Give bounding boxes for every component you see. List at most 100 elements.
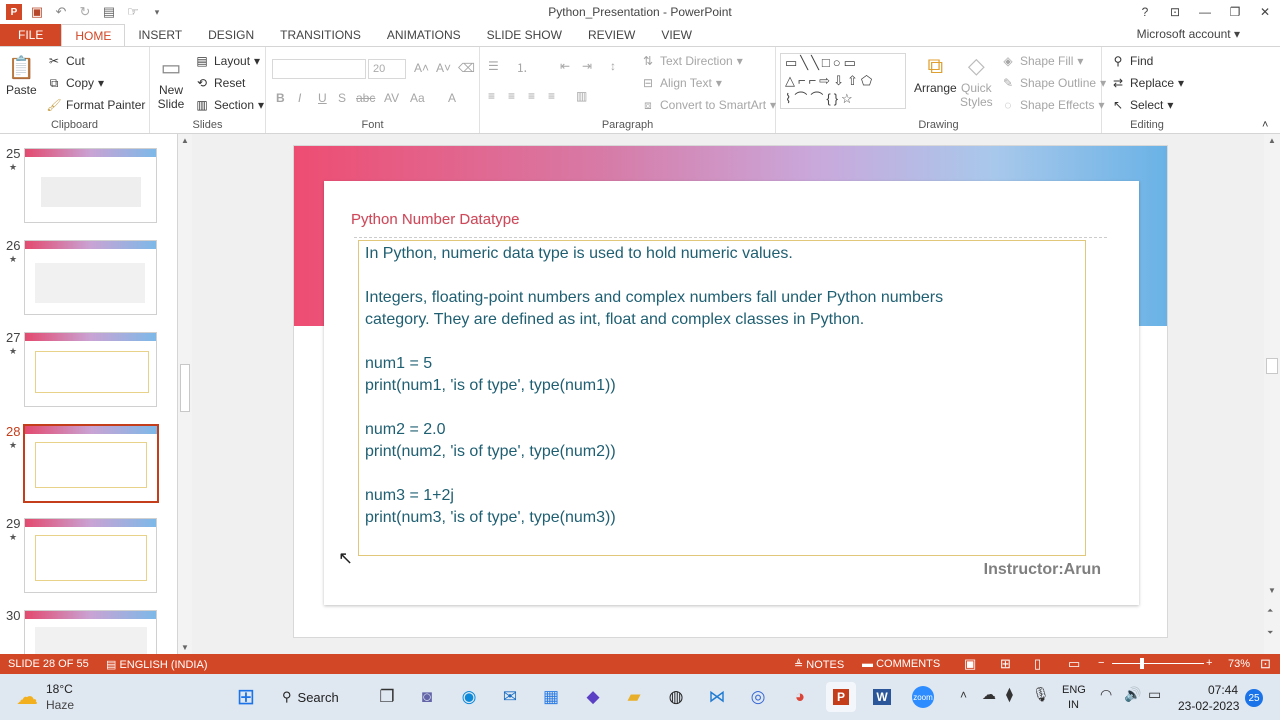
slide-scrollbar[interactable]: ▲ ▼ ⏶ ⏷ [1264,134,1280,654]
format-painter-button[interactable]: 🖌 Format Painter [46,97,145,113]
copilot-icon[interactable]: ◆ [578,682,608,712]
github-icon[interactable]: ◍ [661,682,691,712]
microphone-icon[interactable]: 🎙 [1032,686,1050,703]
slide[interactable]: Python Number Datatype In Python, numeri… [293,145,1168,638]
chat-icon[interactable]: ◙ [412,682,442,712]
italic-icon[interactable]: I [298,91,301,105]
tab-home[interactable]: HOME [61,24,126,46]
zoom-app-icon[interactable]: zoom [908,682,938,712]
arrange-button[interactable]: ⧉ Arrange [914,51,957,95]
layout-button[interactable]: ▤ Layout ▾ [194,53,260,69]
bold-icon[interactable]: B [276,91,285,105]
slide-show-icon[interactable]: ▭ [1068,656,1080,672]
scroll-thumb[interactable] [1266,358,1278,374]
account-menu[interactable]: Microsoft account ▾ [1137,27,1240,41]
slide-thumbnail-28[interactable] [23,424,159,503]
scroll-down-icon[interactable]: ▼ [1268,586,1276,595]
clock-time[interactable]: 07:44 [1208,683,1238,697]
zoom-level[interactable]: 73% [1228,658,1250,670]
tray-overflow-icon[interactable]: ˄ [960,688,967,702]
slide-thumbnail-27[interactable] [24,332,157,407]
align-right-icon[interactable]: ≡ [528,89,535,103]
onedrive-icon[interactable]: ☁ [982,686,996,703]
slide-thumbnail-26[interactable] [24,240,157,315]
slide-thumbnail-29[interactable] [24,518,157,593]
section-button[interactable]: ▥ Section ▾ [194,97,264,113]
close-icon[interactable]: ✕ [1250,0,1280,24]
numbering-icon[interactable]: ⒈ [516,59,528,76]
task-view-icon[interactable]: ❐ [372,682,402,712]
line-spacing-icon[interactable]: ↕ [610,59,616,73]
scroll-up-icon[interactable]: ▲ [1268,136,1276,145]
start-icon[interactable]: ⊞ [231,682,261,712]
clock-date[interactable]: 23-02-2023 [1178,699,1239,713]
scroll-thumb[interactable] [180,364,190,412]
dropbox-icon[interactable]: ⧫ [1006,686,1013,703]
tab-animations[interactable]: ANIMATIONS [374,24,474,46]
edge-icon[interactable]: ◉ [454,682,484,712]
thumbnails-scrollbar[interactable]: ▲ ▼ [178,134,192,654]
align-center-icon[interactable]: ≡ [508,89,515,103]
previous-slide-icon[interactable]: ⏶ [1267,606,1273,616]
zoom-slider[interactable] [1112,663,1204,664]
file-explorer-icon[interactable]: ▰ [619,682,649,712]
wifi-icon[interactable]: ◠ [1100,686,1112,703]
chrome-icon[interactable]: ◕ [785,682,815,712]
tab-review[interactable]: REVIEW [575,24,648,46]
weather-icon[interactable]: ☁ [16,684,38,710]
quick-styles-button[interactable]: ◇ Quick Styles [960,51,993,109]
minimize-icon[interactable]: — [1190,0,1220,24]
language-indicator[interactable]: ▤ ENGLISH (INDIA) [106,658,207,671]
new-slide-button[interactable]: ▭ New Slide [156,53,186,111]
increase-indent-icon[interactable]: ⇥ [582,59,592,73]
mail-icon[interactable]: ✉ [495,682,525,712]
slide-thumbnail-25[interactable] [24,148,157,223]
cut-button[interactable]: ✂ Cut [46,53,85,69]
comments-button[interactable]: ▬ COMMENTS [862,658,940,670]
reading-view-icon[interactable]: ▯ [1034,656,1041,672]
copy-button[interactable]: ⧉ Copy ▾ [46,75,104,91]
tab-insert[interactable]: INSERT [125,24,195,46]
vscode-icon[interactable]: ⋈ [702,682,732,712]
taskbar-search[interactable]: ⚲ Search [282,684,339,710]
store-icon[interactable]: ▦ [536,682,566,712]
notification-badge[interactable]: 25 [1245,689,1263,707]
shape-outline-button[interactable]: ✎ Shape Outline ▾ [1000,75,1106,91]
find-button[interactable]: ⚲ Find [1110,53,1154,69]
input-lang-2[interactable]: IN [1068,699,1079,711]
tab-view[interactable]: VIEW [648,24,705,46]
content-textbox[interactable]: In Python, numeric data type is used to … [358,240,1086,556]
word-icon[interactable]: W [867,682,897,712]
clear-format-icon[interactable]: ⌫ [458,61,475,75]
next-slide-icon[interactable]: ⏷ [1267,628,1273,638]
tab-design[interactable]: DESIGN [195,24,267,46]
shadow-icon[interactable]: S [338,91,346,105]
tab-slide-show[interactable]: SLIDE SHOW [474,24,575,46]
input-lang-1[interactable]: ENG [1062,684,1086,696]
bullets-icon[interactable]: ☰ [488,59,499,73]
align-left-icon[interactable]: ≡ [488,89,495,103]
zoom-slider-thumb[interactable] [1140,658,1144,669]
help-icon[interactable]: ? [1130,0,1160,24]
font-size-combo[interactable]: 20 [368,59,406,79]
font-name-combo[interactable] [272,59,366,79]
spacing-icon[interactable]: AV [384,91,399,105]
select-button[interactable]: ↖ Select ▾ [1110,97,1173,113]
zoom-out-icon[interactable]: − [1098,657,1104,669]
convert-smartart-button[interactable]: ⧈ Convert to SmartArt ▾ [640,97,776,113]
ribbon-display-icon[interactable]: ⊡ [1160,0,1190,24]
decrease-indent-icon[interactable]: ⇤ [560,59,570,73]
shapes-gallery[interactable]: ▭╲╲□○▭ △⌐⌐⇨⇩⇧⬠ ⌇⌒⌒{}☆ [780,53,906,109]
case-icon[interactable]: Aa [410,91,425,105]
volume-icon[interactable]: 🔊 [1124,686,1141,703]
grow-font-icon[interactable]: A˄ [414,61,429,75]
app-icon[interactable]: ◎ [743,682,773,712]
align-text-button[interactable]: ⊟ Align Text ▾ [640,75,722,91]
replace-button[interactable]: ⇄ Replace ▾ [1110,75,1184,91]
collapse-ribbon-icon[interactable]: ˄ [1262,119,1268,131]
restore-icon[interactable]: ❐ [1220,0,1250,24]
tab-transitions[interactable]: TRANSITIONS [267,24,374,46]
scroll-up-icon[interactable]: ▲ [181,136,189,145]
fit-slide-icon[interactable]: ⊡ [1260,656,1271,672]
justify-icon[interactable]: ≡ [548,89,555,103]
